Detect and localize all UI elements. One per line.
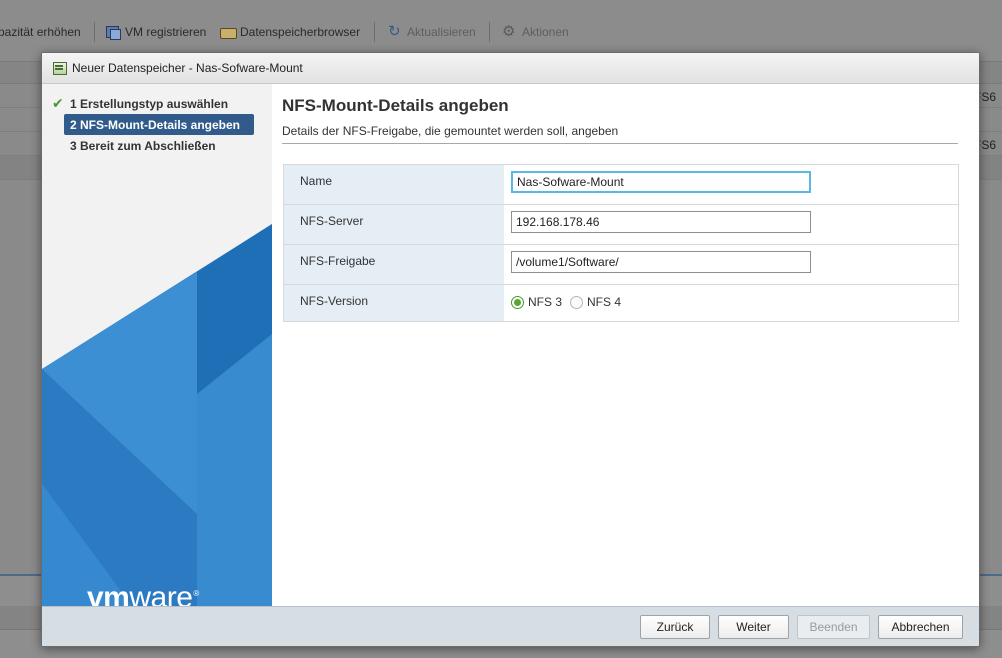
back-button[interactable]: Zurück xyxy=(640,615,710,639)
nfs3-radio[interactable] xyxy=(511,295,524,309)
dialog-title: Neuer Datenspeicher - Nas-Sofware-Mount xyxy=(72,61,303,75)
vmware-logo-vm: vm xyxy=(87,581,130,606)
vmware-logo-ware: ware xyxy=(129,581,193,606)
page-subtitle: Details der NFS-Freigabe, die gemountet … xyxy=(282,124,619,138)
name-input[interactable] xyxy=(511,171,811,193)
finish-button[interactable]: Beenden xyxy=(797,615,870,639)
form-row-nfs-version: NFS-Version NFS 3 NFS 4 xyxy=(284,285,958,321)
wizard-step-label: 3 Bereit zum Abschließen xyxy=(70,138,216,153)
increase-capacity-button[interactable]: pazität erhöhen xyxy=(0,23,81,41)
gear-icon xyxy=(502,22,518,40)
nfs-version-radio-group: NFS 3 NFS 4 xyxy=(511,291,958,309)
wizard-step-3[interactable]: 3 Bereit zum Abschließen xyxy=(50,135,254,156)
nfs3-radio-label[interactable]: NFS 3 xyxy=(528,295,562,309)
wizard-step-2[interactable]: 2 NFS-Mount-Details angeben xyxy=(64,114,254,135)
vmware-background-art xyxy=(42,224,272,606)
wizard-step-label: 1 Erstellungstyp auswählen xyxy=(70,96,229,111)
wizard-step-1[interactable]: ✔ 1 Erstellungstyp auswählen xyxy=(50,93,254,114)
nfs-version-value-cell: NFS 3 NFS 4 xyxy=(504,285,958,321)
wizard-content: NFS-Mount-Details angeben Details der NF… xyxy=(272,84,979,606)
form-row-nfs-share: NFS-Freigabe xyxy=(284,245,958,285)
nfs-share-input[interactable] xyxy=(511,251,811,273)
dialog-title-bar[interactable]: Neuer Datenspeicher - Nas-Sofware-Mount xyxy=(42,53,979,84)
title-divider xyxy=(282,143,958,144)
nfs4-radio-label[interactable]: NFS 4 xyxy=(587,295,621,309)
toolbar-separator xyxy=(489,22,490,42)
datastore-icon xyxy=(52,61,67,75)
refresh-icon xyxy=(387,22,403,40)
datastore-browser-icon xyxy=(220,25,237,39)
nfs4-radio[interactable] xyxy=(570,295,584,309)
form-row-nfs-server: NFS-Server xyxy=(284,205,958,245)
toolbar-separator xyxy=(374,22,375,42)
name-label: Name xyxy=(284,165,504,204)
refresh-button[interactable]: Aktualisieren xyxy=(387,22,476,41)
nfs-details-form: Name NFS-Server NFS-Freigabe NFS-Version xyxy=(283,164,959,322)
datastore-browser-label: Datenspeicherbrowser xyxy=(240,25,361,39)
actions-button[interactable]: Aktionen xyxy=(502,22,569,41)
datastore-browser-button[interactable]: Datenspeicherbrowser xyxy=(220,23,360,41)
wizard-step-label: 2 NFS-Mount-Details angeben xyxy=(70,117,241,132)
registered-mark: ® xyxy=(193,589,199,598)
wizard-steps-list: ✔ 1 Erstellungstyp auswählen 2 NFS-Mount… xyxy=(50,93,254,156)
register-vm-button[interactable]: VM registrieren xyxy=(105,23,206,41)
check-icon: ✔ xyxy=(52,95,64,111)
new-datastore-dialog: Neuer Datenspeicher - Nas-Sofware-Mount … xyxy=(41,52,980,647)
wizard-steps-panel: ✔ 1 Erstellungstyp auswählen 2 NFS-Mount… xyxy=(42,84,272,606)
vmware-logo: vmware® xyxy=(87,581,199,606)
register-vm-label: VM registrieren xyxy=(125,25,207,39)
refresh-label: Aktualisieren xyxy=(407,25,476,39)
toolbar-separator xyxy=(94,22,95,42)
form-row-name: Name xyxy=(284,165,958,205)
page-title: NFS-Mount-Details angeben xyxy=(282,96,509,115)
nfs-server-value-cell xyxy=(504,205,958,244)
nfs-server-label: NFS-Server xyxy=(284,205,504,244)
cancel-button[interactable]: Abbrechen xyxy=(878,615,963,639)
nfs-share-value-cell xyxy=(504,245,958,284)
register-vm-icon xyxy=(105,25,121,40)
next-button[interactable]: Weiter xyxy=(718,615,789,639)
dialog-footer: Zurück Weiter Beenden Abbrechen xyxy=(42,606,979,646)
nfs-version-label: NFS-Version xyxy=(284,285,504,321)
name-value-cell xyxy=(504,165,958,204)
nfs-share-label: NFS-Freigabe xyxy=(284,245,504,284)
nfs-server-input[interactable] xyxy=(511,211,811,233)
increase-capacity-label: pazität erhöhen xyxy=(0,25,81,39)
actions-label: Aktionen xyxy=(522,25,569,39)
